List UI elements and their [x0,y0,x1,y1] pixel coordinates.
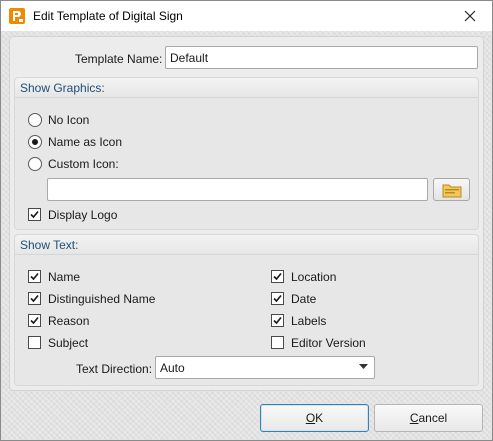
text-direction-value: Auto [160,360,185,375]
close-icon [464,10,476,22]
custom-icon-path-input[interactable] [47,178,428,201]
checkbox-distinguished-name[interactable] [28,292,41,305]
display-logo-checkbox[interactable] [28,208,41,221]
close-button[interactable] [452,1,488,31]
radio-custom-icon-label: Custom Icon: [48,157,119,171]
ok-button[interactable]: OK [260,404,369,432]
checkbox-name-label: Name [48,270,81,284]
dialog-window: Edit Template of Digital Sign Template N… [0,0,493,441]
folder-icon [442,184,461,197]
checkbox-labels-label: Labels [291,314,327,328]
text-direction-select[interactable]: Auto [155,356,375,379]
checkbox-location-label: Location [291,270,337,284]
checkbox-subject-label: Subject [48,336,89,350]
checkbox-labels[interactable] [271,314,284,327]
show-text-section: Show Text: Name Distinguished Name Reaso… [14,234,479,386]
radio-no-icon[interactable] [28,113,42,127]
template-name-label: Template Name: [75,52,163,66]
ok-button-mnemonic: O [305,411,316,425]
checkbox-name[interactable] [28,270,41,283]
show-text-header: Show Text: [15,235,478,255]
settings-panel: Template Name: Default Show Graphics: No… [9,36,484,391]
chevron-down-icon [359,364,368,369]
window-title: Edit Template of Digital Sign [33,9,183,23]
show-graphics-section: Show Graphics: No Icon Name as Icon Cust… [14,77,479,230]
radio-name-as-icon[interactable] [28,135,42,149]
template-name-input[interactable]: Default [165,46,478,69]
cancel-button[interactable]: Cancel [374,404,483,432]
cancel-button-label: ancel [418,411,448,425]
checkbox-reason[interactable] [28,314,41,327]
browse-button[interactable] [433,178,470,201]
checkbox-distinguished-name-label: Distinguished Name [48,292,156,306]
template-name-value: Default [170,50,209,65]
radio-name-as-icon-label: Name as Icon [48,135,123,149]
text-direction-label: Text Direction: [76,362,153,376]
show-graphics-header: Show Graphics: [15,78,478,98]
display-logo-label: Display Logo [48,208,118,222]
checkbox-location[interactable] [271,270,284,283]
checkbox-reason-label: Reason [48,314,90,328]
ok-button-label: K [315,411,324,425]
app-icon [9,8,25,24]
cancel-button-mnemonic: C [409,411,419,425]
title-bar: Edit Template of Digital Sign [1,1,492,31]
checkbox-date-label: Date [291,292,317,306]
checkbox-editor-version[interactable] [271,336,284,349]
checkbox-date[interactable] [271,292,284,305]
radio-custom-icon[interactable] [28,157,42,171]
checkbox-subject[interactable] [28,336,41,349]
checkbox-editor-version-label: Editor Version [291,336,366,350]
dialog-body: Template Name: Default Show Graphics: No… [1,31,492,440]
radio-no-icon-label: No Icon [48,113,90,127]
